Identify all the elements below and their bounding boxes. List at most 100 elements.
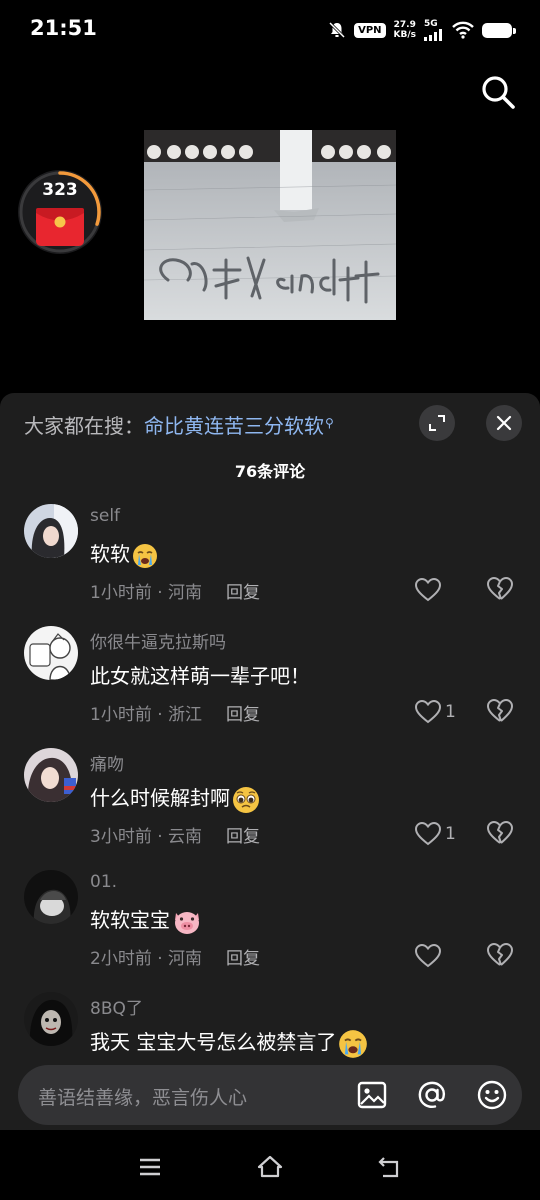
comment-username[interactable]: 痛吻 xyxy=(90,750,124,775)
heart-icon xyxy=(415,822,441,846)
comment-username[interactable]: 01. xyxy=(90,872,117,892)
hot-search-banner[interactable]: 大家都在搜：命比黄连苦三分软软⚲ xyxy=(24,410,334,439)
avatar-image xyxy=(24,504,78,558)
comment-text: 什么时候解封啊 xyxy=(90,782,260,814)
avatar[interactable] xyxy=(24,992,78,1046)
emoji-button[interactable] xyxy=(476,1079,508,1111)
back-icon xyxy=(378,1157,399,1178)
like-button[interactable] xyxy=(415,577,445,603)
comment-input-bar[interactable]: 善语结善缘，恶言伤人心 xyxy=(18,1065,522,1125)
mention-button[interactable] xyxy=(416,1079,448,1111)
dislike-button[interactable] xyxy=(487,821,513,847)
red-envelope-icon xyxy=(36,208,84,246)
like-count: 1 xyxy=(445,702,456,722)
comment-meta: 1小时前 · 河南 回复 xyxy=(90,583,261,603)
heart-icon xyxy=(415,700,441,724)
status-bar: 21:51 VPN 27.9 KB/s 5G xyxy=(0,0,540,58)
mute-bell-icon xyxy=(329,21,346,39)
comment-item: self 软软 1小时前 · 河南 回复 xyxy=(0,496,540,618)
comment-time: 1小时前 xyxy=(90,705,152,725)
comment-text-content: 软软宝宝 xyxy=(90,908,170,932)
comment-text-content: 此女就这样萌一辈子吧！ xyxy=(90,664,310,688)
comment-username[interactable]: self xyxy=(90,506,120,526)
dislike-button[interactable] xyxy=(487,699,513,725)
cell-signal: 5G xyxy=(424,19,444,41)
close-button[interactable] xyxy=(486,405,522,441)
status-icons: VPN 27.9 KB/s 5G xyxy=(328,16,516,44)
image-button[interactable] xyxy=(356,1079,388,1111)
reply-button[interactable]: 回复 xyxy=(226,827,260,847)
network-speed-unit: KB/s xyxy=(393,30,416,40)
comment-region: 河南 xyxy=(168,949,203,969)
status-time: 21:51 xyxy=(30,16,97,40)
signal-bars-icon xyxy=(424,29,442,41)
comment-text: 此女就这样萌一辈子吧！ xyxy=(90,660,310,689)
avatar-image xyxy=(24,748,78,802)
avatar[interactable] xyxy=(24,504,78,558)
comment-meta: 3小时前 · 云南 回复 xyxy=(90,827,261,847)
comment-text-content: 什么时候解封啊 xyxy=(90,786,230,810)
crying-emoji-icon xyxy=(133,543,157,568)
search-icon xyxy=(482,76,515,109)
comment-text-content: 软软 xyxy=(90,542,130,566)
dislike-button[interactable] xyxy=(487,577,513,603)
comment-time: 1小时前 xyxy=(90,583,152,603)
avatar[interactable] xyxy=(24,870,78,924)
like-button[interactable]: 1 xyxy=(415,699,456,725)
comment-region: 河南 xyxy=(168,583,203,603)
red-packet-widget[interactable]: 323 xyxy=(18,170,102,254)
network-speed: 27.9 KB/s xyxy=(394,20,416,40)
pig-face-emoji-icon xyxy=(175,911,199,934)
battery-icon xyxy=(482,22,516,38)
comment-meta: 2小时前 · 河南 回复 xyxy=(90,949,261,969)
expand-button[interactable] xyxy=(419,405,455,441)
avatar-image xyxy=(24,870,78,924)
red-packet-count: 323 xyxy=(42,180,78,200)
image-icon xyxy=(357,1081,387,1109)
reply-button[interactable]: 回复 xyxy=(226,949,260,969)
heart-icon xyxy=(415,944,441,968)
recent-apps-button[interactable] xyxy=(135,1152,165,1182)
hot-search-prefix: 大家都在搜： xyxy=(24,414,144,438)
like-count: 1 xyxy=(445,824,456,844)
comment-username[interactable]: 8BQ了 xyxy=(90,994,143,1019)
comment-text-content: 我天 宝宝大号怎么被禁言了 xyxy=(90,1030,337,1054)
avatar-image xyxy=(24,992,78,1046)
network-type: 5G xyxy=(424,19,438,29)
comment-time: 3小时前 xyxy=(90,827,152,847)
video-thumbnail[interactable] xyxy=(144,130,396,320)
home-icon xyxy=(257,1155,283,1178)
system-navigation-bar xyxy=(0,1130,540,1200)
hot-search-term[interactable]: 命比黄连苦三分软软 xyxy=(144,414,324,438)
like-button[interactable]: 1 xyxy=(415,821,456,847)
broken-heart-icon xyxy=(487,577,513,600)
avatar[interactable] xyxy=(24,626,78,680)
broken-heart-icon xyxy=(487,699,513,722)
dislike-button[interactable] xyxy=(487,943,513,969)
avatar-image xyxy=(24,626,78,680)
like-button[interactable] xyxy=(415,943,445,969)
comment-input-placeholder[interactable]: 善语结善缘，恶言伤人心 xyxy=(38,1083,247,1110)
comment-count: 76条评论 xyxy=(234,462,306,481)
avatar[interactable] xyxy=(24,748,78,802)
snow-writing-image xyxy=(144,130,396,320)
home-button[interactable] xyxy=(255,1152,285,1182)
pleading-emoji-icon xyxy=(233,786,259,813)
close-icon xyxy=(496,415,512,431)
reply-button[interactable]: 回复 xyxy=(226,705,260,725)
comment-text: 软软宝宝 xyxy=(90,904,202,935)
comment-item: 你很牛逼克拉斯吗 此女就这样萌一辈子吧！ 1小时前 · 浙江 回复 1 xyxy=(0,618,540,740)
comment-username[interactable]: 你很牛逼克拉斯吗 xyxy=(90,628,226,653)
comment-item: 痛吻 什么时候解封啊 3小时前 · 云南 回复 1 xyxy=(0,740,540,862)
reply-button[interactable]: 回复 xyxy=(226,583,260,603)
search-button[interactable] xyxy=(478,72,518,112)
small-search-icon: ⚲ xyxy=(325,416,334,430)
comment-meta: 1小时前 · 浙江 回复 xyxy=(90,705,261,725)
back-button[interactable] xyxy=(375,1152,405,1182)
menu-icon xyxy=(140,1158,160,1176)
smiley-icon xyxy=(477,1080,507,1110)
wifi-icon xyxy=(452,21,474,39)
comment-region: 云南 xyxy=(168,827,203,847)
comment-text: 软软 xyxy=(90,538,158,569)
broken-heart-icon xyxy=(487,943,513,966)
